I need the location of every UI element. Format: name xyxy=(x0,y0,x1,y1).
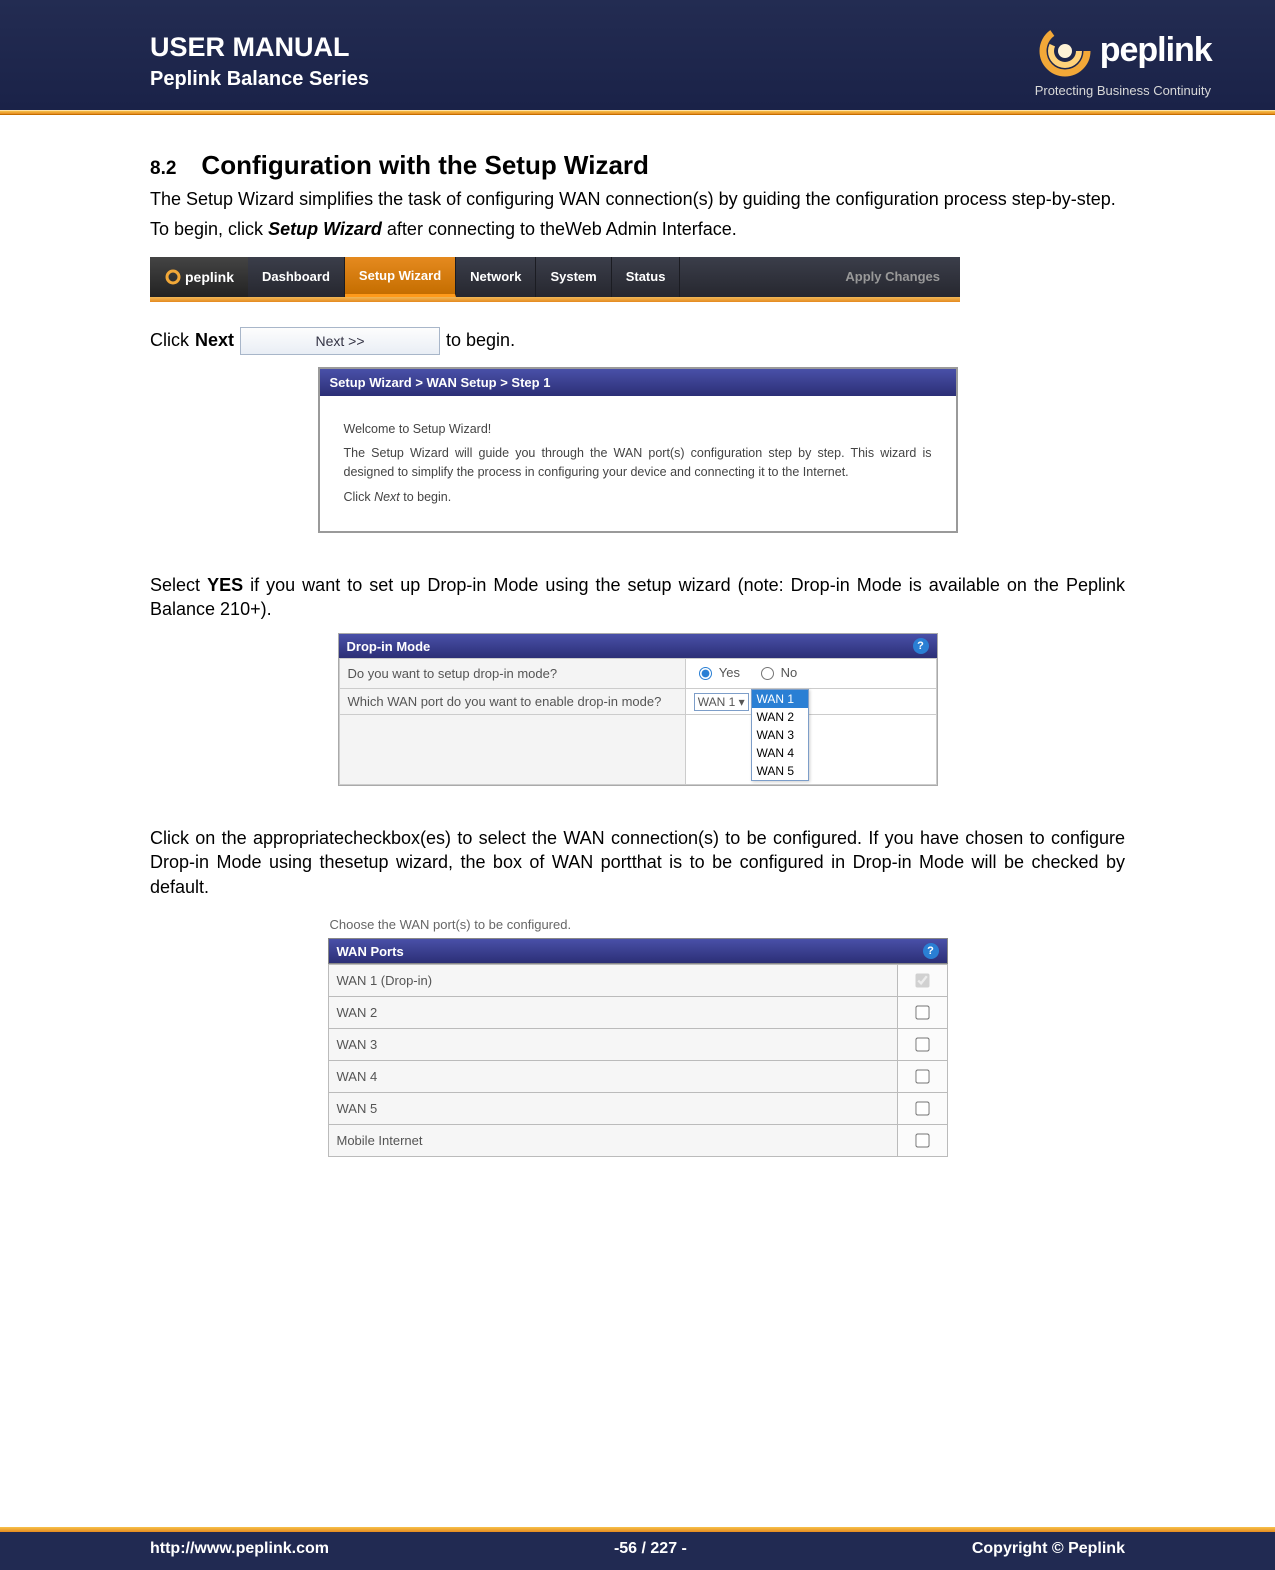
apply-changes-button[interactable]: Apply Changes xyxy=(825,257,960,297)
nav-tab-dashboard[interactable]: Dashboard xyxy=(248,257,345,297)
click-next-instruction: Click Next to begin. xyxy=(344,488,932,507)
doc-header: USER MANUAL Peplink Balance Series pepli… xyxy=(0,0,1275,110)
section-title: Configuration with the Setup Wizard xyxy=(201,150,649,181)
dropin-paragraph: Select YES if you want to set up Drop-in… xyxy=(150,573,1125,622)
swirl-icon xyxy=(1035,21,1095,81)
wan-port-label: Mobile Internet xyxy=(328,1125,897,1157)
dropin-q2: Which WAN port do you want to enable dro… xyxy=(339,689,685,715)
doc-title: USER MANUAL xyxy=(150,32,369,63)
setup-wizard-step1-panel: Setup Wizard > WAN Setup > Step 1 Welcom… xyxy=(318,367,958,533)
dropin-yesno-cell: Yes No xyxy=(685,659,936,689)
wanports-paragraph: Click on the appropriatecheckbox(es) to … xyxy=(150,826,1125,899)
wan-ports-panel: Choose the WAN port(s) to be configured.… xyxy=(328,911,948,1157)
wan-option-3[interactable]: WAN 3 xyxy=(752,726,808,744)
wan-port-checkbox xyxy=(915,973,929,987)
help-icon[interactable]: ? xyxy=(913,638,929,654)
brand-logo: peplink xyxy=(1035,21,1215,81)
wan-dropdown-list[interactable]: WAN 1 WAN 2 WAN 3 WAN 4 WAN 5 xyxy=(751,689,809,781)
nav-tab-system[interactable]: System xyxy=(536,257,611,297)
click-next-line: Click Next Next >> to begin. xyxy=(150,327,1125,355)
section-heading: 8.2 Configuration with the Setup Wizard xyxy=(150,150,1125,181)
wizard-description: The Setup Wizard will guide you through … xyxy=(344,444,932,482)
panel-title: Setup Wizard > WAN Setup > Step 1 xyxy=(320,369,956,396)
welcome-line: Welcome to Setup Wizard! xyxy=(344,420,932,439)
footer-page: -56 / 227 - xyxy=(614,1540,687,1558)
wan-option-1[interactable]: WAN 1 xyxy=(752,690,808,708)
doc-subtitle: Peplink Balance Series xyxy=(150,68,369,91)
wan-port-label: WAN 2 xyxy=(328,997,897,1029)
wan-port-checkbox[interactable] xyxy=(915,1005,929,1019)
wan-option-5[interactable]: WAN 5 xyxy=(752,762,808,780)
wan-port-checkbox[interactable] xyxy=(915,1133,929,1147)
footer-copyright: Copyright © Peplink xyxy=(972,1540,1125,1558)
wan-port-select[interactable]: WAN 1 ▾ xyxy=(694,693,749,711)
nav-tab-status[interactable]: Status xyxy=(612,257,681,297)
dropin-yes-radio[interactable]: Yes xyxy=(694,664,740,680)
intro-paragraph-2: To begin, click Setup Wizard after conne… xyxy=(150,217,1125,241)
intro-paragraph-1: The Setup Wizard simplifies the task of … xyxy=(150,187,1125,211)
section-number: 8.2 xyxy=(150,158,176,180)
navbar-logo: peplink xyxy=(150,257,248,297)
wan-port-label: WAN 1 (Drop-in) xyxy=(328,965,897,997)
nav-tab-network[interactable]: Network xyxy=(456,257,536,297)
wan-option-4[interactable]: WAN 4 xyxy=(752,744,808,762)
wan-ports-caption: Choose the WAN port(s) to be configured. xyxy=(328,911,948,938)
dropin-q1: Do you want to setup drop-in mode? xyxy=(339,659,685,689)
nav-tab-setup-wizard[interactable]: Setup Wizard xyxy=(345,257,456,297)
doc-footer: http://www.peplink.com -56 / 227 - Copyr… xyxy=(0,1527,1275,1570)
logo-tagline: Protecting Business Continuity xyxy=(1035,83,1215,98)
next-button[interactable]: Next >> xyxy=(240,327,440,355)
wan-option-2[interactable]: WAN 2 xyxy=(752,708,808,726)
wan-port-checkbox[interactable] xyxy=(915,1069,929,1083)
admin-navbar: peplink Dashboard Setup Wizard Network S… xyxy=(150,257,960,302)
footer-url: http://www.peplink.com xyxy=(150,1540,329,1558)
dropin-mode-panel: Drop-in Mode ? Do you want to setup drop… xyxy=(338,633,938,786)
wan-port-label: WAN 4 xyxy=(328,1061,897,1093)
help-icon[interactable]: ? xyxy=(923,943,939,959)
wan-port-checkbox[interactable] xyxy=(915,1037,929,1051)
swirl-icon xyxy=(164,268,182,286)
wan-port-label: WAN 5 xyxy=(328,1093,897,1125)
wan-port-checkbox[interactable] xyxy=(915,1101,929,1115)
dropin-header: Drop-in Mode xyxy=(347,639,431,654)
dropin-no-radio[interactable]: No xyxy=(756,664,798,680)
wan-ports-header: WAN Ports xyxy=(337,944,404,959)
wan-port-label: WAN 3 xyxy=(328,1029,897,1061)
logo-text: peplink xyxy=(1100,31,1212,70)
